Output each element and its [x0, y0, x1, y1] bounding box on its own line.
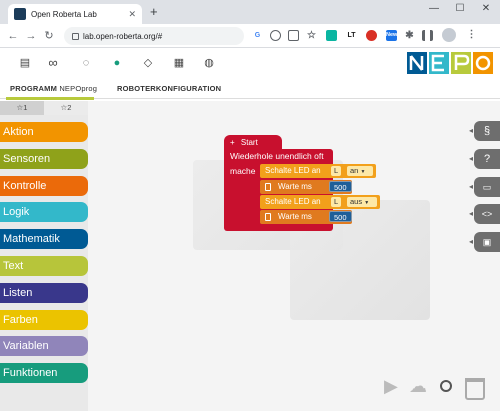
chevron-left-icon: ◂ [469, 237, 474, 246]
active-tab-indicator [6, 97, 94, 100]
globe-icon[interactable]: ◍ [202, 56, 216, 70]
dropdown-arrow-icon: ▼ [360, 169, 366, 175]
tab-robot-config[interactable]: ROBOTERKONFIGURATION [117, 84, 221, 93]
chevron-left-icon: ◂ [469, 182, 474, 191]
url-text: lab.open-roberta.org/# [83, 31, 163, 41]
source-code-tab[interactable]: <> [474, 204, 500, 224]
hourglass-icon [265, 213, 271, 221]
person-icon[interactable]: ● [110, 56, 124, 70]
grid-icon[interactable]: ▦ [172, 56, 186, 70]
nepo-logo [407, 52, 493, 74]
led-state-dropdown[interactable]: an ▼ [347, 166, 373, 176]
category-farben[interactable]: Farben [0, 309, 88, 330]
wait-block-label: Warte ms [278, 212, 312, 221]
tab-title: Open Roberta Lab [31, 9, 97, 19]
category-mathematik[interactable]: Mathematik [0, 229, 88, 250]
led-state-value: aus [350, 197, 363, 206]
run-icon[interactable]: ▶ [384, 376, 398, 397]
close-window-button[interactable]: ✕ [478, 3, 494, 14]
category-variablen[interactable]: Variablen [0, 336, 88, 357]
level-tab-2[interactable]: ☆2 [44, 101, 88, 115]
code-export-tab[interactable]: § [474, 121, 500, 141]
chevron-left-icon: ◂ [469, 126, 474, 135]
graduation-cap-icon[interactable]: ◇ [141, 56, 155, 70]
address-bar[interactable]: lab.open-roberta.org/# [64, 27, 244, 45]
tab-program-prefix: PROGRAMM [10, 84, 58, 93]
favicon-icon [14, 8, 26, 20]
start-block[interactable]: + Start [224, 135, 282, 150]
category-funktionen[interactable]: Funktionen [0, 363, 88, 384]
tab-program-name: NEPOprog [59, 84, 98, 93]
minimize-button[interactable]: — [426, 3, 442, 14]
led-block-label: Schalte LED an [265, 197, 321, 206]
new-extension-icon[interactable]: New [386, 30, 397, 41]
trash-icon[interactable] [465, 378, 485, 400]
category-listen[interactable]: Listen [0, 282, 88, 303]
notebook-icon[interactable]: ▤ [18, 56, 32, 70]
wait-block-label: Warte ms [278, 182, 312, 191]
led-state-value: an [350, 166, 359, 175]
help-tab[interactable]: ? [474, 149, 500, 169]
lock-icon [72, 32, 79, 40]
chevron-left-icon: ◂ [469, 209, 474, 218]
lightbulb-icon[interactable]: ◌ [79, 56, 93, 70]
led-block-label: Schalte LED an [265, 166, 321, 175]
hourglass-icon [265, 183, 271, 191]
category-text[interactable]: Text [0, 256, 88, 276]
category-logik[interactable]: Logik [0, 202, 88, 223]
level-tab-1[interactable]: ☆1 [0, 101, 44, 115]
info-tab[interactable]: ▭ [474, 177, 500, 197]
wait-value-field[interactable]: 500 [329, 211, 352, 222]
category-aktion[interactable]: Aktion [0, 122, 88, 142]
led-port-field[interactable]: L [331, 197, 342, 207]
start-plus-icon: + [230, 138, 235, 147]
category-kontrolle[interactable]: Kontrolle [0, 175, 88, 196]
tab-program[interactable]: PROGRAMM NEPOprog [10, 84, 97, 93]
do-label: mache [230, 166, 256, 176]
avatar[interactable] [442, 28, 456, 42]
browser-tab[interactable]: Open Roberta Lab ✕ [8, 4, 142, 24]
infinity-icon[interactable]: ∞ [46, 56, 60, 70]
sidebar-icon[interactable] [422, 30, 433, 41]
chevron-left-icon: ◂ [469, 154, 474, 163]
wait-value-field[interactable]: 500 [329, 181, 352, 192]
zoom-icon[interactable] [440, 380, 452, 392]
cloud-upload-icon[interactable]: ☁ [409, 376, 427, 397]
extension-l-icon[interactable] [326, 30, 337, 41]
google-extension-icon[interactable]: G [252, 30, 263, 41]
back-button[interactable]: ← [6, 29, 20, 43]
forward-button[interactable]: → [24, 29, 38, 43]
new-tab-button[interactable]: + [150, 5, 158, 19]
puzzle-icon[interactable]: ✱ [404, 30, 415, 41]
category-sensoren[interactable]: Sensoren [0, 148, 88, 169]
share-icon[interactable] [288, 30, 299, 41]
led-port-field[interactable]: L [331, 166, 342, 176]
maximize-button[interactable]: ☐ [452, 3, 468, 14]
simulation-tab[interactable]: ▣ [474, 232, 500, 252]
loop-label: Wiederhole unendlich oft [230, 151, 324, 161]
tab-close-icon[interactable]: ✕ [128, 9, 136, 20]
zoom-extension-icon[interactable] [270, 30, 281, 41]
adblock-icon[interactable] [366, 30, 377, 41]
led-state-dropdown[interactable]: aus ▼ [347, 197, 377, 207]
start-label: Start [240, 138, 258, 147]
languagetool-icon[interactable]: LT [346, 30, 357, 41]
menu-icon[interactable]: ⋮ [466, 29, 477, 40]
bookmark-star-icon[interactable]: ☆ [306, 30, 317, 41]
reload-button[interactable]: ↻ [42, 29, 56, 43]
dropdown-arrow-icon: ▼ [364, 200, 370, 206]
